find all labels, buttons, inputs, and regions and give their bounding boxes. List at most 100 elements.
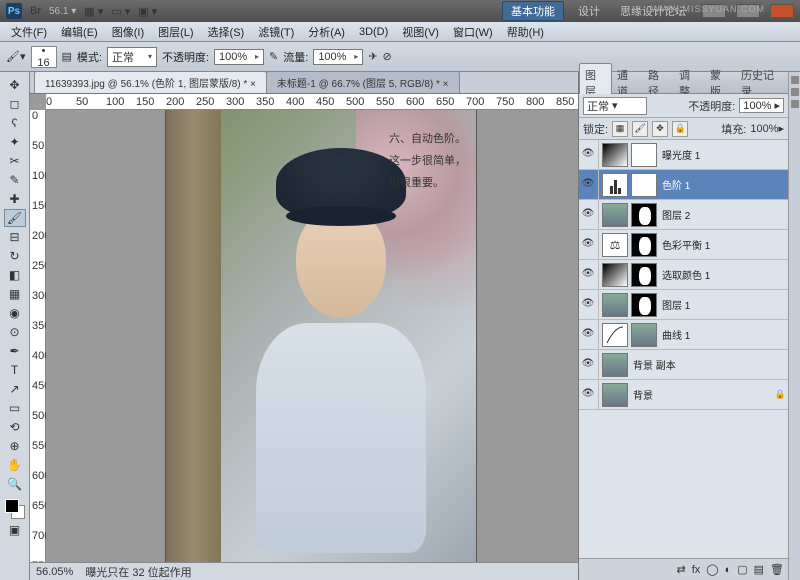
layer-opacity-input[interactable]: 100%▸ — [739, 98, 784, 113]
layer-thumb[interactable] — [602, 263, 628, 287]
lasso-tool[interactable]: ʕ — [4, 114, 26, 132]
3d-camera-tool[interactable]: ⊕ — [4, 437, 26, 455]
lock-trans-button[interactable]: ▦ — [612, 121, 628, 137]
blend-mode-select[interactable]: 正常▾ — [107, 47, 157, 67]
layer-name[interactable]: 背景 副本 — [633, 357, 676, 372]
menu-window[interactable]: 窗口(W) — [446, 22, 500, 42]
airbrush-icon[interactable]: ✈ — [368, 50, 377, 63]
layer-thumb[interactable] — [602, 203, 628, 227]
flow-input[interactable]: 100%▸ — [313, 49, 363, 65]
layer-row[interactable]: 👁 曝光度 1 — [579, 140, 788, 170]
mask-thumb[interactable] — [631, 323, 657, 347]
layer-thumb[interactable] — [602, 173, 628, 197]
quickmask-tool[interactable]: ▣ — [4, 521, 26, 539]
lock-pixels-button[interactable]: 🖌 — [632, 121, 648, 137]
dodge-tool[interactable]: ⊙ — [4, 323, 26, 341]
move-tool[interactable]: ✥ — [4, 76, 26, 94]
layer-row[interactable]: 👁 图层 2 — [579, 200, 788, 230]
crop-tool[interactable]: ✂ — [4, 152, 26, 170]
visibility-icon[interactable]: 👁 — [581, 178, 595, 192]
layer-name[interactable]: 色阶 1 — [662, 177, 690, 192]
layer-row[interactable]: 👁 图层 1 — [579, 290, 788, 320]
menu-analysis[interactable]: 分析(A) — [301, 22, 352, 42]
mask-thumb[interactable] — [631, 203, 657, 227]
layer-row[interactable]: 👁 曲线 1 — [579, 320, 788, 350]
arrange-icon[interactable]: ▭ ▾ — [111, 5, 130, 18]
layers-list[interactable]: 👁 曝光度 1 👁 色阶 1 👁 图层 2 👁 ⚖ 色彩平衡 1 👁 选取颜色 1 👁 图层 1 👁 曲线 … — [579, 140, 788, 558]
layer-blend-select[interactable]: 正常▾ — [583, 97, 647, 115]
visibility-icon[interactable]: 👁 — [581, 148, 595, 162]
lock-all-button[interactable]: 🔒 — [672, 121, 688, 137]
visibility-icon[interactable]: 👁 — [581, 298, 595, 312]
layer-fill-input[interactable]: 100%▸ — [750, 122, 784, 135]
lock-pos-button[interactable]: ✥ — [652, 121, 668, 137]
layer-row[interactable]: 👁 背景 副本 — [579, 350, 788, 380]
marquee-tool[interactable]: ◻ — [4, 95, 26, 113]
layer-thumb[interactable]: ⚖ — [602, 233, 628, 257]
layer-name[interactable]: 曲线 1 — [662, 327, 690, 342]
shape-tool[interactable]: ▭ — [4, 399, 26, 417]
stamp-tool[interactable]: ⊟ — [4, 228, 26, 246]
adjustment-icon[interactable]: ◐ — [725, 564, 732, 576]
menu-help[interactable]: 帮助(H) — [500, 22, 551, 42]
path-tool[interactable]: ↗ — [4, 380, 26, 398]
view-rotate-icon[interactable]: ▦ ▾ — [84, 5, 103, 18]
visibility-icon[interactable]: 👁 — [581, 238, 595, 252]
menu-filter[interactable]: 滤镜(T) — [251, 22, 301, 42]
layer-thumb[interactable] — [602, 383, 628, 407]
wand-tool[interactable]: ✦ — [4, 133, 26, 151]
brush-preview[interactable]: •16 — [31, 46, 57, 68]
collapsed-panel-icon[interactable] — [791, 76, 799, 84]
gradient-tool[interactable]: ▦ — [4, 285, 26, 303]
close-button[interactable] — [770, 4, 794, 18]
color-swatch[interactable] — [4, 498, 26, 520]
delete-layer-icon[interactable]: 🗑 — [770, 563, 784, 576]
mask-thumb[interactable] — [631, 293, 657, 317]
tool-preset-icon[interactable]: 🖌▾ — [6, 50, 26, 63]
heal-tool[interactable]: ✚ — [4, 190, 26, 208]
layer-name[interactable]: 曝光度 1 — [662, 147, 700, 162]
menu-select[interactable]: 选择(S) — [201, 22, 252, 42]
mask-thumb[interactable] — [631, 173, 657, 197]
visibility-icon[interactable]: 👁 — [581, 208, 595, 222]
layer-row[interactable]: 👁 色阶 1 — [579, 170, 788, 200]
menu-file[interactable]: 文件(F) — [4, 22, 54, 42]
layer-name[interactable]: 图层 1 — [662, 297, 690, 312]
menu-layer[interactable]: 图层(L) — [151, 22, 200, 42]
brush-tool[interactable]: 🖌 — [4, 209, 26, 227]
visibility-icon[interactable]: 👁 — [581, 328, 595, 342]
new-layer-icon[interactable]: ▤ — [754, 563, 764, 576]
collapsed-panels[interactable] — [788, 72, 800, 580]
layer-thumb[interactable] — [602, 323, 628, 347]
layer-name[interactable]: 色彩平衡 1 — [662, 237, 710, 252]
menu-edit[interactable]: 编辑(E) — [54, 22, 105, 42]
layer-name[interactable]: 图层 2 — [662, 207, 690, 222]
doc-tab-2[interactable]: 未标题-1 @ 66.7% (图层 5, RGB/8) * × — [266, 71, 460, 93]
layer-thumb[interactable] — [602, 353, 628, 377]
visibility-icon[interactable]: 👁 — [581, 268, 595, 282]
mask-thumb[interactable] — [631, 143, 657, 167]
doc-tab-1[interactable]: 11639393.jpg @ 56.1% (色阶 1, 图层蒙版/8) * × — [34, 71, 267, 93]
menu-image[interactable]: 图像(I) — [105, 22, 151, 42]
workspace-design-button[interactable]: 设计 — [572, 3, 606, 19]
hand-tool[interactable]: ✋ — [4, 456, 26, 474]
opacity-input[interactable]: 100%▸ — [214, 49, 264, 65]
workspace-basic-button[interactable]: 基本功能 — [502, 1, 564, 21]
menu-3d[interactable]: 3D(D) — [352, 24, 395, 40]
mask-thumb[interactable] — [631, 263, 657, 287]
layer-thumb[interactable] — [602, 143, 628, 167]
eraser-tool[interactable]: ◧ — [4, 266, 26, 284]
mask-icon[interactable]: ◯ — [706, 563, 718, 576]
brush-panel-icon[interactable]: ▤ — [62, 50, 72, 63]
visibility-icon[interactable]: 👁 — [581, 358, 595, 372]
pen-tool[interactable]: ✒ — [4, 342, 26, 360]
collapsed-panel-icon[interactable] — [791, 100, 799, 108]
fx-icon[interactable]: fx — [692, 564, 701, 576]
visibility-icon[interactable]: 👁 — [581, 388, 595, 402]
collapsed-panel-icon[interactable] — [791, 88, 799, 96]
layer-name[interactable]: 选取颜色 1 — [662, 267, 710, 282]
layer-name[interactable]: 背景 — [633, 387, 653, 402]
tablet-size-icon[interactable]: ⊘ — [383, 50, 392, 63]
type-tool[interactable]: T — [4, 361, 26, 379]
zoom-tool[interactable]: 🔍 — [4, 475, 26, 493]
